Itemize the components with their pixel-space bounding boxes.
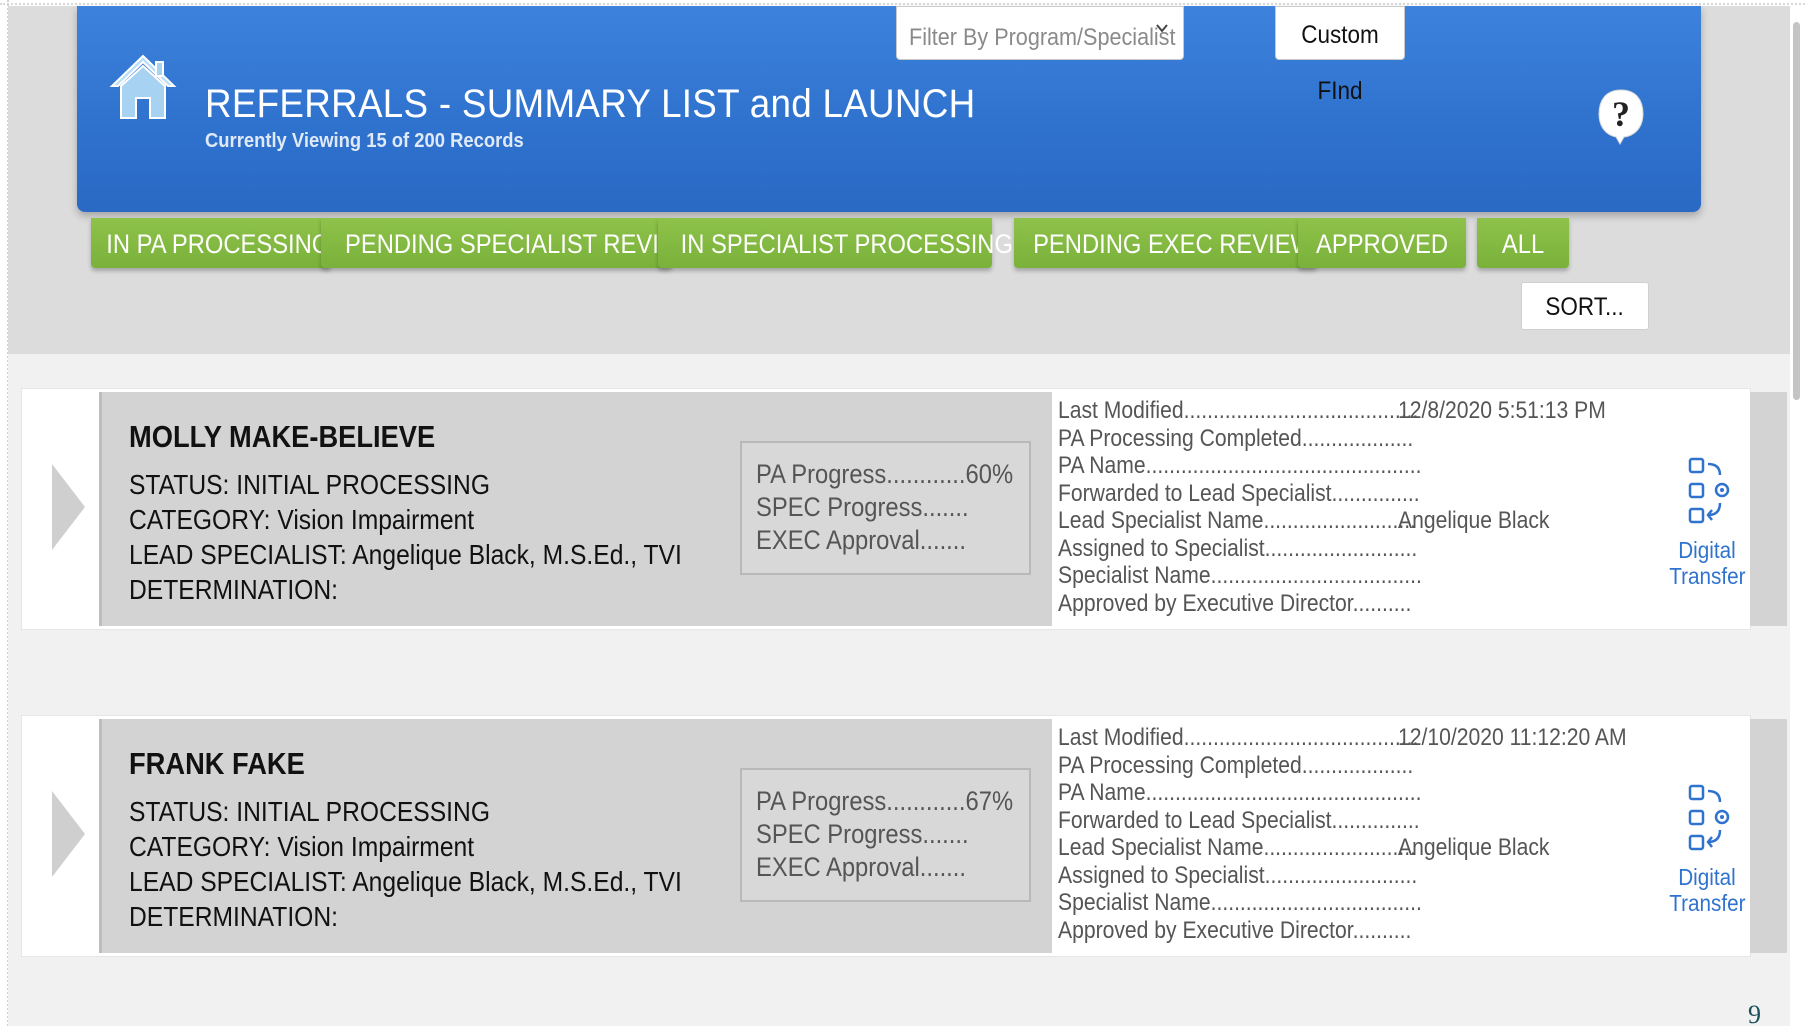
meta-label: Assigned to Specialist..................… — [1058, 534, 1418, 562]
meta-label: Forwarded to Lead Specialist............… — [1058, 806, 1420, 834]
meta-value: 12/10/2020 11:12:20 AM — [1398, 724, 1627, 751]
meta-label: Approved by Executive Director.......... — [1058, 916, 1412, 944]
digital-transfer-label-line2: Transfer — [1668, 890, 1746, 916]
record-lead-specialist: LEAD SPECIALIST: Angelique Black, M.S.Ed… — [129, 539, 682, 570]
chevron-down-icon — [1156, 24, 1168, 33]
filter-program-specialist-select[interactable]: Filter By Program/Specialist — [896, 6, 1184, 60]
status-tab-all[interactable]: ALL — [1477, 218, 1569, 268]
record-status: STATUS: INITIAL PROCESSING — [129, 796, 490, 827]
scrollbar[interactable] — [1793, 22, 1800, 400]
custom-find-label: Custom FInd — [1301, 21, 1379, 105]
pa-progress-text: PA Progress............60% — [756, 459, 1014, 489]
meta-value: 12/8/2020 5:51:13 PM — [1398, 397, 1606, 424]
status-tab-label: PENDING SPECIALIST REVIEW — [345, 229, 698, 259]
record-count-subtitle: Currently Viewing 15 of 200 Records — [205, 130, 524, 152]
digital-transfer-label-line2: Transfer — [1668, 563, 1746, 589]
referral-record-card[interactable]: FRANK FAKE STATUS: INITIAL PROCESSING CATE… — [21, 715, 1787, 957]
digital-transfer-link[interactable]: Digital Transfer — [1642, 864, 1772, 916]
record-determination: DETERMINATION: — [129, 901, 338, 932]
progress-box: PA Progress............67% SPEC Progress.… — [740, 768, 1031, 902]
spec-progress-text: SPEC Progress....... — [756, 819, 969, 849]
meta-label: Last Modified...........................… — [1058, 724, 1419, 751]
meta-label: Lead Specialist Name....................… — [1058, 507, 1417, 534]
record-lead-specialist: LEAD SPECIALIST: Angelique Black, M.S.Ed… — [129, 866, 682, 897]
spec-progress-text: SPEC Progress....... — [756, 492, 969, 522]
status-tab-pending-specialist-review[interactable]: PENDING SPECIALIST REVIEW — [321, 218, 697, 268]
status-tab-in-pa-processing[interactable]: IN PA PROCESSING — [91, 218, 331, 268]
sort-label: SORT... — [1545, 293, 1625, 321]
meta-label: Lead Specialist Name....................… — [1058, 834, 1417, 861]
digital-transfer-link[interactable]: Digital Transfer — [1642, 537, 1772, 589]
slide-top-border — [0, 3, 1805, 5]
referral-record-card[interactable]: MOLLY MAKE-BELIEVE STATUS: INITIAL PROCES… — [21, 388, 1787, 630]
record-determination: DETERMINATION: — [129, 574, 338, 605]
digital-transfer-icon[interactable] — [1682, 455, 1736, 527]
meta-value: Angelique Black — [1398, 507, 1550, 534]
meta-label: Last Modified...........................… — [1058, 397, 1419, 424]
page-title: REFERRALS - SUMMARY LIST and LAUNCH — [205, 82, 976, 126]
exec-approval-text: EXEC Approval....... — [756, 852, 966, 882]
progress-box: PA Progress............60% SPEC Progress.… — [740, 441, 1031, 575]
expand-arrow-icon[interactable] — [52, 791, 85, 877]
record-name: FRANK FAKE — [129, 746, 305, 781]
filter-placeholder: Filter By Program/Specialist — [909, 24, 1176, 51]
meta-label: PA Name.................................… — [1058, 779, 1422, 806]
app-window: REFERRALS - SUMMARY LIST and LAUNCH Curr… — [8, 6, 1790, 1026]
sort-button[interactable]: SORT... — [1521, 282, 1649, 330]
pa-progress-text: PA Progress............67% — [756, 786, 1014, 816]
digital-transfer-label-line1: Digital — [1678, 864, 1736, 890]
svg-text:?: ? — [1612, 94, 1630, 134]
status-tab-pending-exec-review[interactable]: PENDING EXEC REVIEW — [1014, 218, 1317, 268]
record-status: STATUS: INITIAL PROCESSING — [129, 469, 490, 500]
status-tab-label: IN PA PROCESSING — [106, 229, 331, 259]
meta-value: Angelique Black — [1398, 834, 1550, 861]
page-header: REFERRALS - SUMMARY LIST and LAUNCH Curr… — [77, 6, 1701, 212]
digital-transfer-label-line1: Digital — [1678, 537, 1736, 563]
record-category: CATEGORY: Vision Impairment — [129, 504, 475, 535]
expand-arrow-icon[interactable] — [52, 464, 85, 550]
record-category: CATEGORY: Vision Impairment — [129, 831, 475, 862]
home-icon[interactable] — [108, 52, 178, 122]
status-tab-label: IN SPECIALIST PROCESSING — [680, 229, 1013, 259]
status-tab-label: PENDING EXEC REVIEW — [1033, 229, 1313, 259]
record-name: MOLLY MAKE-BELIEVE — [129, 419, 436, 454]
digital-transfer-icon[interactable] — [1682, 782, 1736, 854]
meta-label: Forwarded to Lead Specialist............… — [1058, 479, 1420, 507]
custom-find-button[interactable]: Custom FInd — [1275, 6, 1405, 105]
status-tab-in-specialist-processing[interactable]: IN SPECIALIST PROCESSING — [658, 218, 1013, 268]
meta-label: PA Processing Completed.................… — [1058, 424, 1414, 452]
status-tab-approved[interactable]: APPROVED — [1298, 218, 1466, 268]
status-tab-label: APPROVED — [1315, 229, 1449, 259]
meta-label: Assigned to Specialist..................… — [1058, 861, 1418, 889]
exec-approval-text: EXEC Approval....... — [756, 525, 966, 555]
help-icon[interactable]: ? — [1596, 86, 1646, 146]
meta-label: PA Processing Completed.................… — [1058, 751, 1414, 779]
meta-label: Specialist Name.........................… — [1058, 562, 1422, 589]
status-tab-label: ALL — [1501, 229, 1545, 259]
meta-label: PA Name.................................… — [1058, 452, 1422, 479]
meta-label: Specialist Name.........................… — [1058, 889, 1422, 916]
meta-label: Approved by Executive Director.......... — [1058, 589, 1412, 617]
